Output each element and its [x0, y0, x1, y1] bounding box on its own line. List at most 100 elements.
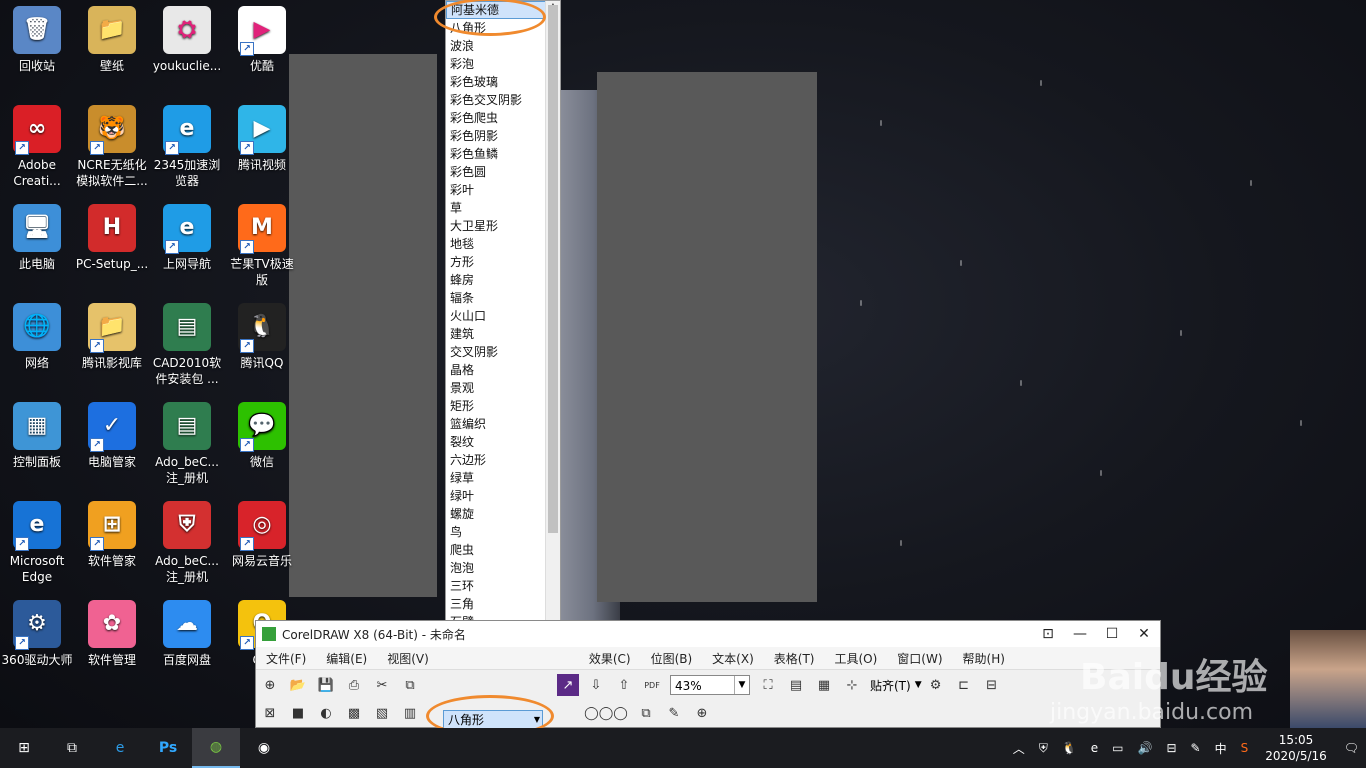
desktop-icon-21[interactable]: e ↗ Microsoft Edge: [0, 501, 74, 585]
menu-tools[interactable]: 工具(O): [824, 650, 887, 667]
menu-window[interactable]: 窗口(W): [887, 650, 952, 667]
scrollbar-thumb[interactable]: [548, 5, 558, 533]
start-windows-icon[interactable]: ⊞: [0, 728, 48, 768]
desktop-icon-8[interactable]: ▶ ↗ 腾讯视频: [225, 105, 299, 173]
notification-icon[interactable]: 🗨: [1344, 741, 1359, 755]
taskbar-browser-e-icon[interactable]: e: [96, 728, 144, 768]
fill-pattern-item[interactable]: 彩色圆: [446, 163, 560, 181]
fill-pattern-item[interactable]: 绿草: [446, 469, 560, 487]
desktop-icon-1[interactable]: 🗑 回收站: [0, 6, 74, 74]
menu-text[interactable]: 文本(X): [702, 650, 764, 667]
desktop-icon-25[interactable]: ⚙ ↗ 360驱动大师: [0, 600, 74, 668]
fill-pattern-item[interactable]: 三环: [446, 577, 560, 595]
tray-browser-icon[interactable]: e: [1091, 741, 1098, 755]
clock[interactable]: 15:05 2020/5/16: [1265, 732, 1327, 764]
publish-pdf-icon[interactable]: PDF: [641, 674, 663, 696]
new-document-icon[interactable]: ⊕: [259, 674, 281, 696]
open-folder-icon[interactable]: 📂: [287, 674, 309, 696]
rulers-icon[interactable]: ▤: [785, 674, 807, 696]
export-icon[interactable]: ⇧: [613, 674, 635, 696]
fill-pattern-item[interactable]: 彩色交叉阴影: [446, 91, 560, 109]
fill-pattern-item[interactable]: 鸟: [446, 523, 560, 541]
copy-icon[interactable]: ⧉: [399, 674, 421, 696]
menu-file[interactable]: 文件(F): [256, 650, 316, 667]
desktop-icon-15[interactable]: ▤ CAD2010软件安装包 ...: [150, 303, 224, 387]
copy-fill-icon[interactable]: ⧉: [635, 702, 657, 724]
tray-sogou-icon[interactable]: S: [1241, 741, 1249, 755]
desktop-icon-19[interactable]: ▤ Ado_beC... 注_册机: [150, 402, 224, 486]
save-icon[interactable]: 💾: [315, 674, 337, 696]
taskbar-photo-icon[interactable]: ◉: [240, 728, 288, 768]
fill-pattern-item[interactable]: 泡泡: [446, 559, 560, 577]
menu-help[interactable]: 帮助(H): [953, 650, 1015, 667]
fill-pattern-item[interactable]: 彩色鱼鳞: [446, 145, 560, 163]
tray-battery-icon[interactable]: ▭: [1112, 741, 1123, 755]
tray-ime-indicator[interactable]: 中: [1215, 740, 1227, 757]
desktop-icon-4[interactable]: ▶ ↗ 优酷: [225, 6, 299, 74]
fill-pattern-item[interactable]: 交叉阴影: [446, 343, 560, 361]
desktop-icon-24[interactable]: ◎ ↗ 网易云音乐: [225, 501, 299, 569]
fill-pattern-item[interactable]: 晶格: [446, 361, 560, 379]
fill-pattern-item[interactable]: 景观: [446, 379, 560, 397]
fill-pattern-item[interactable]: 火山口: [446, 307, 560, 325]
desktop-icon-16[interactable]: 🐧 ↗ 腾讯QQ: [225, 303, 299, 371]
zoom-level-combo[interactable]: 43% ▼: [670, 675, 750, 695]
postscript-fill-icon[interactable]: ▥: [399, 702, 421, 724]
align-icon[interactable]: ⊏: [953, 674, 975, 696]
maximize-icon[interactable]: ☐: [1096, 626, 1128, 642]
fill-pattern-item[interactable]: 绿叶: [446, 487, 560, 505]
chevron-down-icon[interactable]: ▼: [915, 680, 922, 690]
menu-table[interactable]: 表格(T): [764, 650, 825, 667]
fill-pattern-item[interactable]: 彩泡: [446, 55, 560, 73]
taskbar-photoshop-icon[interactable]: Ps: [144, 728, 192, 768]
desktop-icon-11[interactable]: e ↗ 上网导航: [150, 204, 224, 272]
desktop-icon-26[interactable]: ✿ 软件管理: [75, 600, 149, 668]
fill-pattern-item[interactable]: 波浪: [446, 37, 560, 55]
fill-pattern-item[interactable]: 彩色玻璃: [446, 73, 560, 91]
desktop-icon-13[interactable]: 🌐 网络: [0, 303, 74, 371]
fill-pattern-item[interactable]: 蜂房: [446, 271, 560, 289]
fill-pattern-item[interactable]: 彩色爬虫: [446, 109, 560, 127]
close-icon[interactable]: ✕: [1128, 626, 1160, 642]
desktop-icon-2[interactable]: 📁 壁纸: [75, 6, 149, 74]
fill-pattern-item[interactable]: 大卫星形: [446, 217, 560, 235]
desktop-icon-20[interactable]: 💬 ↗ 微信: [225, 402, 299, 470]
fill-pattern-item[interactable]: 螺旋: [446, 505, 560, 523]
fill-pattern-item[interactable]: 篮编织: [446, 415, 560, 433]
guidelines-icon[interactable]: ⊹: [841, 674, 863, 696]
fountain-fill-icon[interactable]: ◐: [315, 702, 337, 724]
fill-pattern-dropdown-list[interactable]: 阿基米德 八角形 波浪 彩泡 彩色玻璃 彩色交叉阴影 彩色爬虫 彩色阴影 彩色鱼鳞 彩色圆 彩叶草大…: [445, 0, 561, 706]
cut-icon[interactable]: ✂: [371, 674, 393, 696]
minimize-icon[interactable]: —: [1064, 626, 1096, 642]
fill-pattern-item[interactable]: 彩色阴影: [446, 127, 560, 145]
launcher-icon[interactable]: ↗: [557, 674, 579, 696]
fill-pattern-item[interactable]: 爬虫: [446, 541, 560, 559]
menu-view[interactable]: 视图(V): [377, 650, 439, 667]
fill-pattern-item[interactable]: 草: [446, 199, 560, 217]
menu-effects[interactable]: 效果(C): [579, 650, 641, 667]
desktop-icon-27[interactable]: ☁ 百度网盘: [150, 600, 224, 668]
options-gear-icon[interactable]: ⚙: [925, 674, 947, 696]
desktop-icon-14[interactable]: 📁 ↗ 腾讯影视库: [75, 303, 149, 371]
fill-pattern-item[interactable]: 建筑: [446, 325, 560, 343]
add-icon[interactable]: ⊕: [691, 702, 713, 724]
uniform-fill-icon[interactable]: ■: [287, 702, 309, 724]
print-icon[interactable]: ⎙: [343, 674, 365, 696]
chevron-down-icon[interactable]: ▼: [734, 676, 749, 694]
fill-pattern-item[interactable]: 矩形: [446, 397, 560, 415]
grid-icon[interactable]: ▦: [813, 674, 835, 696]
dropdown-scrollbar[interactable]: ▲ ▼: [545, 1, 560, 705]
no-fill-icon[interactable]: ⊠: [259, 702, 281, 724]
desktop-icon-3[interactable]: ⛭ youkuclie...: [150, 6, 224, 74]
application-launcher-icon[interactable]: ⊟: [981, 674, 1003, 696]
pattern-fill-icon[interactable]: ▩: [343, 702, 365, 724]
tray-chevron-up-icon[interactable]: ︿: [1013, 740, 1025, 757]
desktop-icon-12[interactable]: M ↗ 芒果TV极速版: [225, 204, 299, 288]
tray-pen-icon[interactable]: ✎: [1191, 741, 1201, 755]
fill-pattern-item[interactable]: 地毯: [446, 235, 560, 253]
menu-edit[interactable]: 编辑(E): [316, 650, 377, 667]
texture-fill-icon[interactable]: ▧: [371, 702, 393, 724]
desktop-icon-23[interactable]: ⛨ Ado_beC... 注_册机: [150, 501, 224, 585]
fill-pattern-item[interactable]: 方形: [446, 253, 560, 271]
fill-pattern-item[interactable]: 彩叶: [446, 181, 560, 199]
